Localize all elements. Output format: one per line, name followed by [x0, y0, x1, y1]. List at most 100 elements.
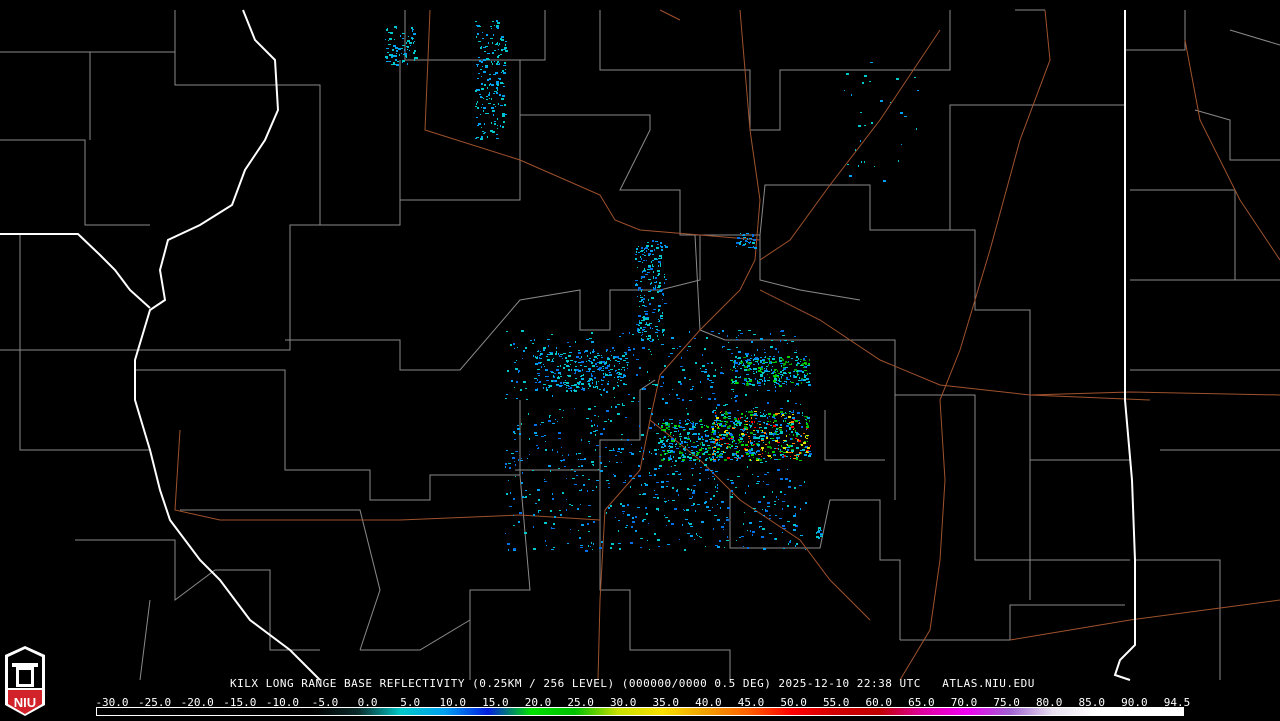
radar-echo	[601, 541, 603, 543]
radar-echo	[638, 475, 641, 477]
radar-echo	[599, 362, 602, 364]
radar-echo	[664, 365, 666, 367]
radar-echo	[693, 422, 694, 423]
radar-echo	[796, 350, 797, 351]
radar-echo	[761, 456, 762, 457]
radar-echo	[707, 445, 710, 446]
radar-echo	[597, 387, 598, 389]
radar-echo	[645, 484, 648, 486]
radar-echo	[743, 431, 744, 432]
radar-echo	[479, 60, 481, 62]
radar-echo	[689, 400, 692, 401]
radar-echo	[610, 505, 612, 507]
radar-echo	[818, 527, 821, 529]
radar-echo	[712, 424, 715, 425]
radar-echo	[661, 426, 663, 428]
radar-echo	[694, 539, 695, 540]
radar-echo	[802, 415, 803, 416]
radar-echo	[670, 446, 673, 448]
radar-echo	[808, 363, 810, 365]
radar-echo	[580, 547, 583, 548]
radar-echo	[623, 360, 626, 361]
radar-echo	[671, 440, 674, 442]
radar-echo	[522, 496, 524, 498]
radar-echo	[781, 330, 784, 332]
radar-echo	[757, 360, 759, 361]
radar-echo	[733, 437, 734, 438]
radar-echo	[747, 241, 748, 242]
radar-echo	[579, 537, 581, 539]
radar-echo	[712, 441, 715, 443]
radar-echo	[658, 309, 660, 311]
radar-echo	[658, 449, 659, 450]
radar-echo	[666, 486, 668, 487]
radar-echo	[569, 352, 570, 353]
radar-echo	[785, 412, 786, 413]
radar-echo	[657, 275, 659, 276]
radar-echo	[552, 528, 555, 529]
radar-echo	[796, 458, 798, 460]
radar-echo	[562, 417, 563, 418]
radar-echo	[760, 369, 761, 370]
radar-echo	[624, 482, 626, 483]
radar-echo	[765, 509, 766, 511]
radar-echo	[626, 525, 628, 526]
radar-echo	[613, 356, 616, 358]
radar-echo	[761, 371, 762, 373]
radar-echo	[555, 419, 556, 420]
radar-echo	[660, 263, 661, 265]
radar-echo	[482, 97, 483, 98]
radar-echo	[730, 438, 733, 439]
radar-echo	[659, 282, 661, 284]
radar-echo	[789, 427, 791, 429]
radar-echo	[817, 531, 820, 533]
radar-echo	[772, 372, 773, 373]
radar-echo	[802, 371, 804, 373]
radar-echo	[712, 476, 714, 477]
radar-echo	[690, 440, 691, 442]
radar-echo	[601, 355, 602, 356]
radar-echo	[783, 442, 784, 443]
radar-echo	[481, 127, 482, 128]
radar-echo	[702, 439, 704, 440]
radar-echo	[661, 447, 664, 448]
radar-echo	[719, 424, 721, 426]
radar-echo	[658, 442, 660, 444]
radar-echo	[664, 501, 667, 502]
radar-echo	[535, 389, 538, 391]
radar-echo	[627, 504, 629, 506]
radar-echo	[730, 434, 733, 436]
radar-echo	[776, 383, 779, 384]
radar-echo	[618, 543, 621, 544]
radar-echo	[503, 49, 506, 50]
radar-echo	[769, 377, 770, 378]
radar-map	[0, 9, 1280, 681]
radar-echo	[675, 446, 676, 447]
radar-echo	[494, 123, 496, 125]
radar-echo	[521, 458, 522, 459]
radar-echo	[621, 434, 623, 435]
radar-echo	[617, 376, 619, 378]
radar-echo	[552, 498, 554, 500]
radar-echo	[638, 261, 641, 262]
radar-echo	[515, 476, 516, 477]
radar-echo	[762, 453, 763, 454]
radar-echo	[710, 470, 713, 471]
radar-echo	[538, 375, 540, 376]
radar-echo	[641, 339, 644, 341]
radar-echo	[764, 410, 765, 411]
radar-echo	[614, 475, 616, 477]
radar-echo	[738, 377, 740, 378]
radar-echo	[800, 435, 801, 437]
radar-echo	[726, 540, 729, 541]
radar-echo	[658, 258, 661, 259]
radar-echo	[713, 430, 714, 431]
radar-echo	[719, 440, 720, 441]
radar-echo	[702, 444, 705, 446]
radar-echo	[566, 385, 569, 386]
radar-echo	[791, 445, 793, 447]
radar-echo	[680, 383, 682, 385]
radar-echo	[775, 348, 777, 350]
radar-echo	[739, 457, 741, 459]
radar-echo	[742, 383, 745, 384]
